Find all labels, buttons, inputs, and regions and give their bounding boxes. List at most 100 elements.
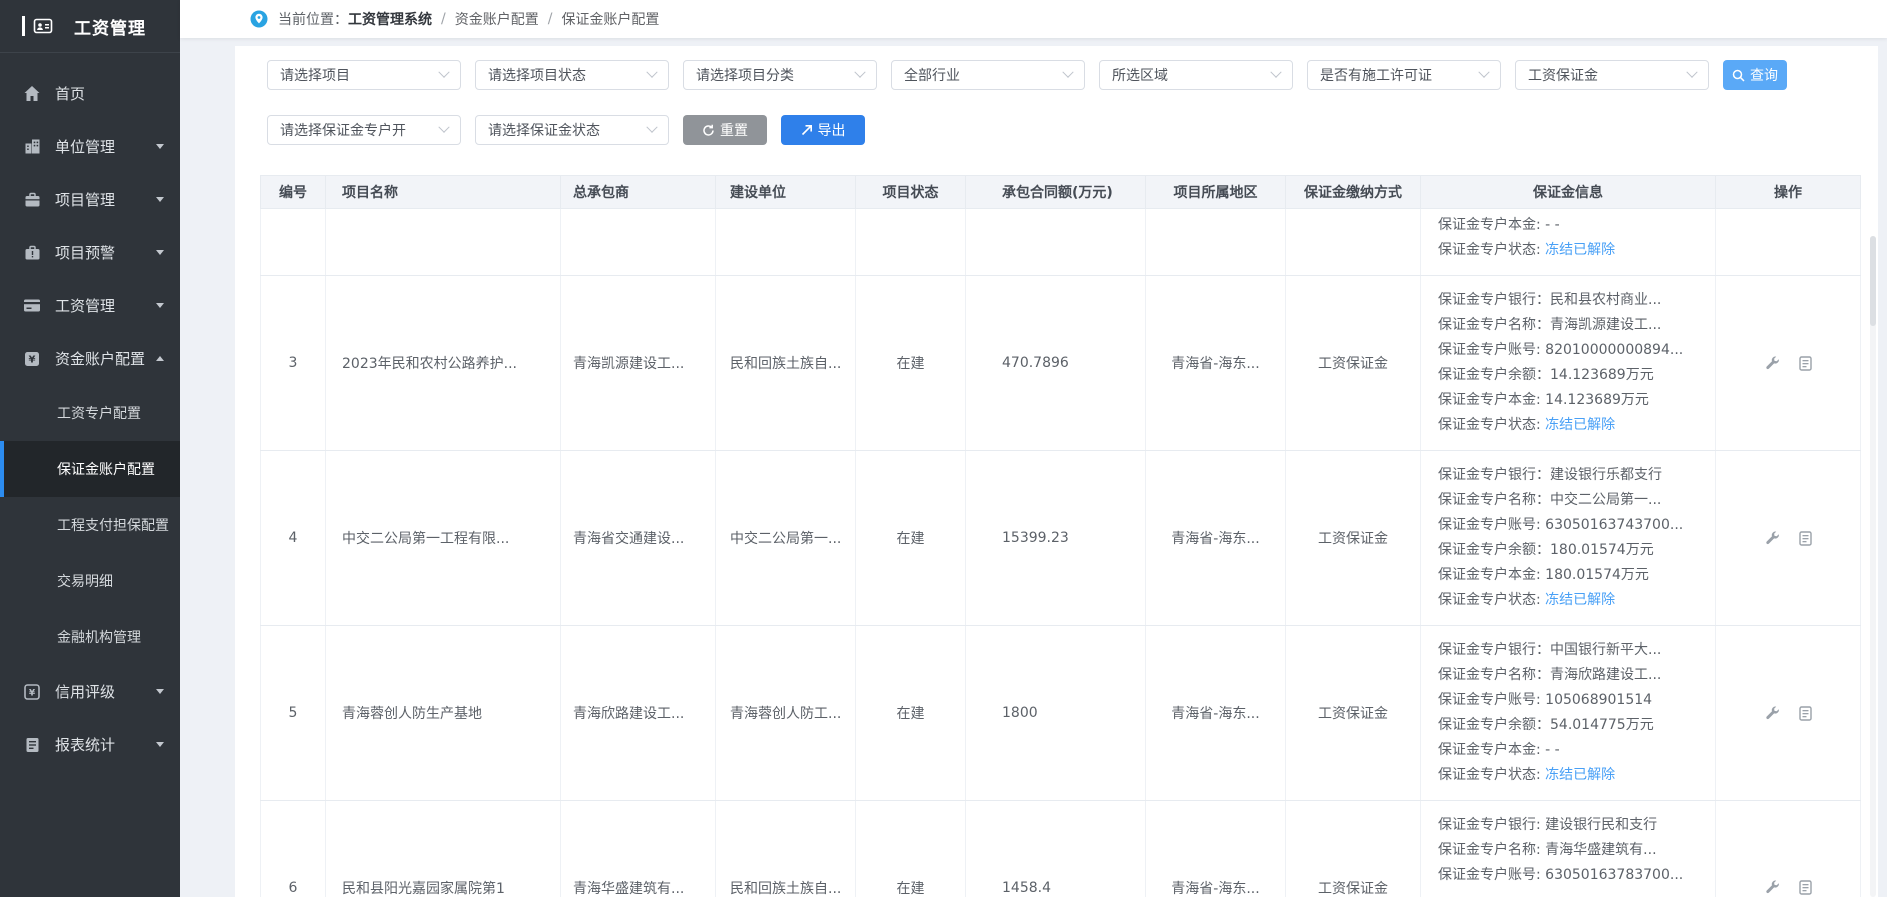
sidebar-item-label: 首页 bbox=[55, 83, 85, 104]
sidebar-item-fund-account[interactable]: ¥ 资金账户配置 bbox=[0, 332, 180, 385]
detail-icon[interactable] bbox=[1799, 356, 1812, 371]
svg-text:¥: ¥ bbox=[29, 688, 36, 698]
sidebar-nav: 首页 单位管理 项目管理 项目预警 bbox=[0, 53, 180, 771]
cell-status: 在建 bbox=[856, 451, 966, 626]
filter-row-1: 请选择项目 请选择项目状态 请选择项目分类 全部行业 所选区域 是否有施工许可证… bbox=[267, 60, 1860, 90]
location-pin-icon bbox=[250, 10, 268, 28]
reset-button[interactable]: 重置 bbox=[683, 115, 767, 145]
sidebar-item-label: 资金账户配置 bbox=[55, 348, 145, 369]
project-category-select[interactable]: 请选择项目分类 bbox=[683, 60, 877, 90]
breadcrumb-prefix: 当前位置： bbox=[278, 9, 348, 29]
detail-icon[interactable] bbox=[1799, 531, 1812, 546]
sidebar-item-report[interactable]: 报表统计 bbox=[0, 718, 180, 771]
search-icon bbox=[1732, 69, 1745, 82]
sidebar-item-project[interactable]: 项目管理 bbox=[0, 173, 180, 226]
cell-owner: 民和回族土族自... bbox=[716, 801, 856, 897]
wrench-icon[interactable] bbox=[1765, 356, 1780, 371]
chevron-down-icon bbox=[438, 122, 449, 133]
col-region: 项目所属地区 bbox=[1146, 176, 1286, 209]
deposit-info-cell: 保证金专户银行：民和县农村商业... 保证金专户名称：青海凯源建设工... 保证… bbox=[1421, 276, 1716, 451]
app-root: 工资管理 首页 单位管理 项目管理 bbox=[0, 0, 1887, 897]
breadcrumb-separator: / bbox=[441, 11, 446, 27]
row-operations bbox=[1720, 880, 1856, 895]
construction-permit-select[interactable]: 是否有施工许可证 bbox=[1307, 60, 1501, 90]
col-operations: 操作 bbox=[1716, 176, 1861, 209]
sidebar-item-warning[interactable]: 项目预警 bbox=[0, 226, 180, 279]
industry-select[interactable]: 全部行业 bbox=[891, 60, 1085, 90]
deposit-info-line: 保证金专户余额：180.01574万元 bbox=[1438, 538, 1707, 563]
breadcrumb-crumb[interactable]: 保证金账户配置 bbox=[561, 9, 659, 29]
salary-card-icon bbox=[22, 298, 42, 313]
cell-method: 工资保证金 bbox=[1286, 276, 1421, 451]
fund-account-icon: ¥ bbox=[22, 351, 42, 367]
region-select[interactable]: 所选区域 bbox=[1099, 60, 1293, 90]
project-select[interactable]: 请选择项目 bbox=[267, 60, 461, 90]
deposit-info-line: 保证金专户本金: - - bbox=[1438, 738, 1707, 763]
sidebar-item-home[interactable]: 首页 bbox=[0, 67, 180, 120]
export-button[interactable]: 导出 bbox=[781, 115, 865, 145]
sidebar-item-label: 单位管理 bbox=[55, 136, 115, 157]
col-method: 保证金缴纳方式 bbox=[1286, 176, 1421, 209]
wrench-icon[interactable] bbox=[1765, 531, 1780, 546]
logo-icon bbox=[33, 17, 53, 35]
sidebar-item-transaction-detail[interactable]: 交易明细 bbox=[0, 553, 180, 609]
deposit-account-open-select[interactable]: 请选择保证金专户开 bbox=[267, 115, 461, 145]
sidebar-item-salary-account-config[interactable]: 工资专户配置 bbox=[0, 385, 180, 441]
filter-row-2: 请选择保证金专户开 请选择保证金状态 重置 导出 bbox=[267, 115, 1860, 145]
deposit-type-select[interactable]: 工资保证金 bbox=[1515, 60, 1709, 90]
breadcrumb-crumb[interactable]: 资金账户配置 bbox=[455, 9, 539, 29]
cell-method: 工资保证金 bbox=[1286, 626, 1421, 801]
chevron-down-icon bbox=[854, 67, 865, 78]
scrollbar-thumb[interactable] bbox=[1870, 236, 1876, 326]
col-owner: 建设单位 bbox=[716, 176, 856, 209]
col-deposit-info: 保证金信息 bbox=[1421, 176, 1716, 209]
sidebar-item-credit-rating[interactable]: ¥ 信用评级 bbox=[0, 665, 180, 718]
wrench-icon[interactable] bbox=[1765, 706, 1780, 721]
breadcrumb-separator: / bbox=[548, 11, 553, 27]
cell-no: 4 bbox=[261, 451, 326, 626]
cell-project-name: 民和县阳光嘉园家属院第1 bbox=[326, 801, 561, 897]
detail-icon[interactable] bbox=[1799, 880, 1812, 895]
chevron-down-icon bbox=[646, 67, 657, 78]
detail-icon[interactable] bbox=[1799, 706, 1812, 721]
account-status-link[interactable]: 冻结已解除 bbox=[1545, 592, 1615, 608]
breadcrumb-root[interactable]: 工资管理系统 bbox=[348, 9, 432, 29]
deposit-info-line: 保证金专户名称: 青海华盛建筑有... bbox=[1438, 838, 1707, 863]
table-row: 6 民和县阳光嘉园家属院第1 青海华盛建筑有... 民和回族土族自... 在建 … bbox=[261, 801, 1861, 897]
chevron-down-icon bbox=[156, 144, 164, 149]
sidebar-item-label: 信用评级 bbox=[55, 681, 115, 702]
table-row: 3 2023年民和农村公路养护... 青海凯源建设工... 民和回族土族自...… bbox=[261, 276, 1861, 451]
sidebar-item-label: 工资管理 bbox=[55, 295, 115, 316]
deposit-status-select[interactable]: 请选择保证金状态 bbox=[475, 115, 669, 145]
deposit-info-line: 保证金专户银行：中国银行新平大... bbox=[1438, 638, 1707, 663]
account-status-link[interactable]: 冻结已解除 bbox=[1545, 767, 1615, 783]
report-icon bbox=[22, 737, 42, 753]
deposit-info-line: 保证金专户余额：14.123689万元 bbox=[1438, 363, 1707, 388]
account-status-link[interactable]: 冻结已解除 bbox=[1545, 417, 1615, 433]
org-icon bbox=[22, 138, 42, 155]
cell-owner: 青海蓉创人防工... bbox=[716, 626, 856, 801]
deposit-info-line: 保证金专户状态: 冻结已解除 bbox=[1438, 238, 1707, 263]
cell-contractor: 青海凯源建设工... bbox=[561, 276, 716, 451]
deposit-info-line: 保证金专户本金: - - bbox=[1438, 213, 1707, 238]
search-button[interactable]: 查询 bbox=[1723, 60, 1787, 90]
cell-amount: 1458.4 bbox=[966, 801, 1146, 897]
account-status-link[interactable]: 冻结已解除 bbox=[1545, 242, 1615, 258]
wrench-icon[interactable] bbox=[1765, 880, 1780, 895]
sidebar-item-salary[interactable]: 工资管理 bbox=[0, 279, 180, 332]
project-icon bbox=[22, 192, 42, 208]
scrollbar[interactable] bbox=[1870, 236, 1876, 897]
chevron-up-icon bbox=[156, 356, 164, 361]
chevron-down-icon bbox=[1686, 67, 1697, 78]
table-row-partial: 保证金专户本金: - - 保证金专户状态: 冻结已解除 bbox=[261, 209, 1861, 276]
project-status-select[interactable]: 请选择项目状态 bbox=[475, 60, 669, 90]
fund-account-submenu: 工资专户配置 保证金账户配置 工程支付担保配置 交易明细 金融机构管理 bbox=[0, 385, 180, 665]
sidebar-item-label: 项目预警 bbox=[55, 242, 115, 263]
svg-text:¥: ¥ bbox=[29, 354, 36, 365]
sidebar-item-financial-institution[interactable]: 金融机构管理 bbox=[0, 609, 180, 665]
sidebar-item-deposit-account-config[interactable]: 保证金账户配置 bbox=[0, 441, 180, 497]
cell-contractor: 青海欣路建设工... bbox=[561, 626, 716, 801]
col-contractor: 总承包商 bbox=[561, 176, 716, 209]
sidebar-item-org[interactable]: 单位管理 bbox=[0, 120, 180, 173]
sidebar-item-payment-guarantee-config[interactable]: 工程支付担保配置 bbox=[0, 497, 180, 553]
